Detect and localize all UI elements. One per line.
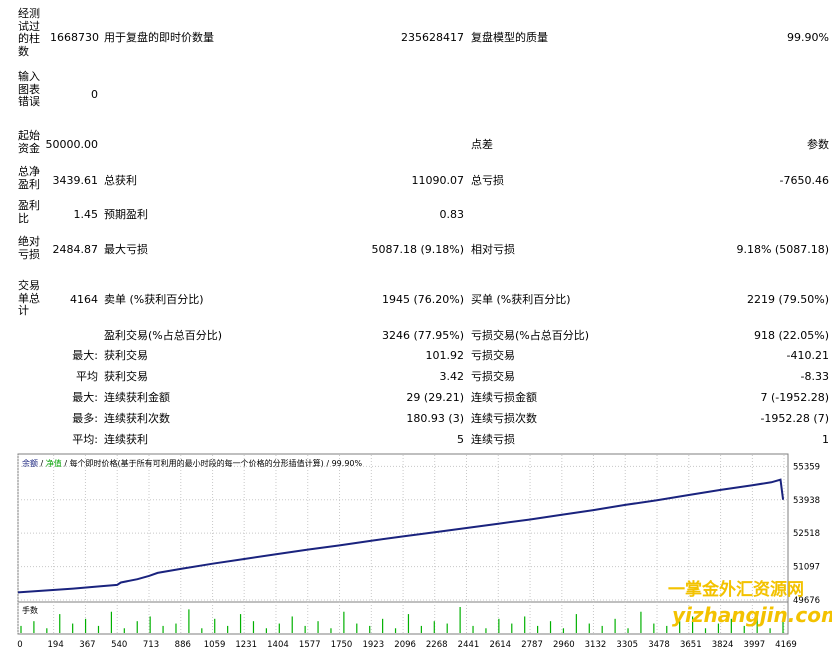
max-dd-value: 5087.18 (9.18%) <box>371 243 464 256</box>
x-tick-2: 367 <box>79 640 95 650</box>
largest-prefix: 最大: <box>72 349 98 362</box>
x-tick-23: 3997 <box>744 640 766 650</box>
y-tick-4: 55359 <box>793 462 820 472</box>
max-cons-loss-label: 连续亏损金额 <box>471 391 537 404</box>
x-tick-24: 4169 <box>775 640 797 650</box>
x-tick-12: 2096 <box>394 640 416 650</box>
legend-description: 每个即时价格(基于所有可利用的最小时段的每一个价格的分形插值计算) <box>70 458 324 468</box>
max-cons-loss-value: 7 (-1952.28) <box>760 391 829 404</box>
short-label: 卖单 (%获利百分比) <box>104 293 204 306</box>
legend-balance: 余额 <box>22 458 38 468</box>
long-label: 买单 (%获利百分比) <box>471 293 571 306</box>
quality-value: 99.90% <box>787 31 829 44</box>
gross-loss-value: -7650.46 <box>779 174 829 187</box>
x-tick-18: 3132 <box>585 640 607 650</box>
x-tick-13: 2268 <box>426 640 448 650</box>
expected-payoff-label: 预期盈利 <box>104 208 148 221</box>
average-profit-label: 获利交易 <box>104 370 148 383</box>
profit-trades-value: 3246 (77.95%) <box>381 329 464 342</box>
legend-quality: 99.90% <box>332 459 363 468</box>
profit-factor-value: 1.45 <box>73 208 99 221</box>
avg-cons-loss-label: 连续亏损 <box>471 433 515 446</box>
errors-value: 0 <box>91 88 98 101</box>
x-tick-4: 713 <box>143 640 159 650</box>
largest-profit-label: 获利交易 <box>104 349 148 362</box>
gross-loss-label: 总亏损 <box>471 174 504 187</box>
x-tick-6: 1059 <box>204 640 226 650</box>
watermark-text: 一掌金外汇资源网 <box>668 580 804 600</box>
x-tick-5: 886 <box>175 640 191 650</box>
profit-trades-label: 盈利交易(%占总百分比) <box>104 329 223 342</box>
max-cons-profit-label: 连续获利金额 <box>104 391 170 404</box>
max-cons2-loss-value: -1952.28 (7) <box>760 412 829 425</box>
x-tick-8: 1404 <box>267 640 289 650</box>
max-cons2-prefix: 最多: <box>72 412 98 425</box>
x-tick-3: 540 <box>111 640 127 650</box>
ticks-value: 235628417 <box>401 31 464 44</box>
max-cons-profit-value: 29 (29.21) <box>406 391 464 404</box>
expected-payoff-value: 0.83 <box>439 208 465 221</box>
deposit-value: 50000.00 <box>45 138 99 151</box>
quality-label: 复盘模型的质量 <box>471 31 548 44</box>
legend-equity: 净值 <box>46 458 62 468</box>
gross-profit-value: 11090.07 <box>411 174 465 187</box>
avg-cons-profit-label: 连续获利 <box>104 433 148 446</box>
trades-value: 4164 <box>70 293 98 306</box>
x-tick-19: 3305 <box>616 640 638 650</box>
x-tick-21: 3651 <box>680 640 702 650</box>
y-tick-1: 51097 <box>793 563 820 573</box>
avg-cons-profit-value: 5 <box>457 433 464 446</box>
y-tick-2: 52518 <box>793 529 820 539</box>
largest-profit-value: 101.92 <box>425 349 465 362</box>
volume-label: 手数 <box>22 605 38 615</box>
bars-value: 1668730 <box>50 31 99 44</box>
ticks-label: 用于复盘的即时价数量 <box>104 31 214 44</box>
x-tick-0: 0 <box>17 640 22 650</box>
x-tick-9: 1577 <box>299 640 321 650</box>
largest-loss-value: -410.21 <box>786 349 829 362</box>
x-tick-15: 2614 <box>489 640 511 650</box>
x-tick-16: 2787 <box>521 640 543 650</box>
chart-title: 余额 / 净值 / 每个即时价格(基于所有可利用的最小时段的每一个价格的分形插值… <box>22 458 362 468</box>
short-value: 1945 (76.20%) <box>381 293 464 306</box>
average-prefix: 平均 <box>76 370 98 383</box>
average-loss-label: 亏损交易 <box>471 370 515 383</box>
watermark-url: yizhangjin.com <box>672 603 832 627</box>
max-cons-prefix: 最大: <box>72 391 98 404</box>
max-cons2-profit-value: 180.93 (3) <box>406 412 464 425</box>
x-tick-7: 1231 <box>235 640 257 650</box>
rel-dd-value: 9.18% (5087.18) <box>736 243 829 256</box>
spread-label: 点差 <box>471 138 493 151</box>
abs-dd-value: 2484.87 <box>52 243 99 256</box>
max-cons2-loss-label: 连续亏损次数 <box>471 412 537 425</box>
gross-profit-label: 总获利 <box>104 174 137 187</box>
x-tick-labels: 0 194 367 540 713 886 1059 1231 1404 1577 1750 1923… <box>17 640 797 650</box>
largest-loss-label: 亏损交易 <box>471 349 515 362</box>
avg-cons-prefix: 平均: <box>72 433 98 446</box>
max-cons2-profit-label: 连续获利次数 <box>104 412 170 425</box>
long-value: 2219 (79.50%) <box>746 293 829 306</box>
average-profit-value: 3.42 <box>439 370 465 383</box>
rel-dd-label: 相对亏损 <box>471 243 515 256</box>
spread-value: 参数 <box>807 138 829 151</box>
net-value: 3439.61 <box>52 174 99 187</box>
average-loss-value: -8.33 <box>800 370 829 383</box>
x-tick-10: 1750 <box>331 640 353 650</box>
x-tick-1: 194 <box>48 640 64 650</box>
x-tick-20: 3478 <box>648 640 670 650</box>
bars-label: 经测试过的柱数 <box>18 7 40 58</box>
x-tick-11: 1923 <box>362 640 384 650</box>
errors-label: 输入图表错误 <box>18 70 40 108</box>
x-tick-22: 3824 <box>712 640 734 650</box>
max-dd-label: 最大亏损 <box>104 243 148 256</box>
x-tick-14: 2441 <box>458 640 480 650</box>
loss-trades-value: 918 (22.05%) <box>753 329 829 342</box>
x-tick-17: 2960 <box>553 640 575 650</box>
avg-cons-loss-value: 1 <box>822 433 829 446</box>
y-tick-3: 53938 <box>793 496 820 506</box>
loss-trades-label: 亏损交易(%占总百分比) <box>471 329 590 342</box>
